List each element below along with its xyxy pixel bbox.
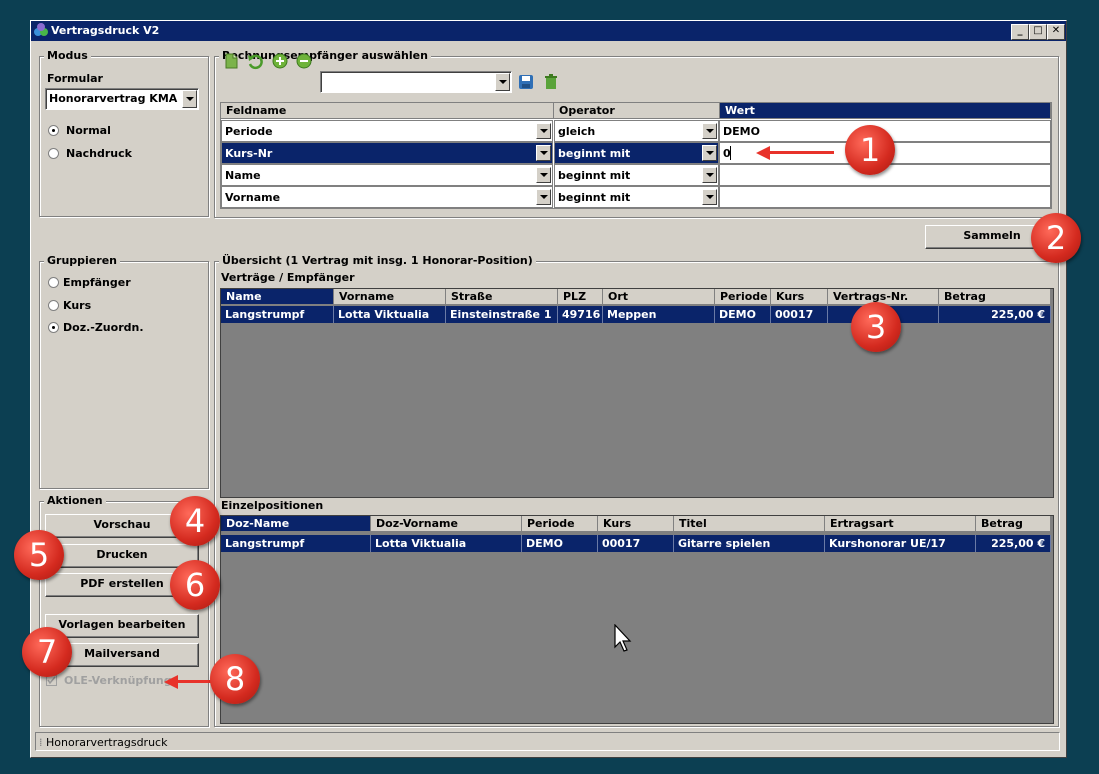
annotation-badge-2: 2	[1031, 213, 1081, 263]
arrow-left-icon	[756, 146, 770, 160]
window-title: Vertragsdruck V2	[51, 24, 160, 37]
radio-doz-zuordn-label: Doz.-Zuordn.	[63, 321, 144, 334]
delete-icon[interactable]	[542, 73, 560, 91]
checkmark-icon	[47, 676, 56, 685]
einzelpositionen-table[interactable]: Doz-Name Doz-Vorname Periode Kurs Titel …	[220, 515, 1054, 724]
chevron-down-icon[interactable]	[536, 167, 551, 183]
remove-icon[interactable]	[295, 52, 313, 70]
annotation-arrow	[176, 680, 214, 683]
col-header-periode[interactable]: Periode	[522, 516, 598, 532]
chevron-down-icon[interactable]	[702, 189, 717, 205]
radio-empfaenger-label: Empfänger	[63, 276, 131, 289]
chevron-down-icon[interactable]	[702, 145, 717, 161]
table-row[interactable]: Langstrumpf Lotta Viktualia DEMO 00017 G…	[221, 535, 1051, 552]
vertraege-table[interactable]: Name Vorname Straße PLZ Ort Periode Kurs…	[220, 288, 1054, 498]
col-header-name[interactable]: Name	[221, 289, 334, 305]
drucken-button[interactable]: Drucken	[45, 544, 199, 568]
col-header-ertragsart[interactable]: Ertragsart	[825, 516, 976, 532]
radio-normal-label: Normal	[66, 124, 111, 137]
annotation-badge-7: 7	[22, 627, 72, 677]
filter-preset-select[interactable]	[320, 71, 512, 93]
col-header-betrag[interactable]: Betrag	[939, 289, 1051, 305]
vorlagen-bearbeiten-button[interactable]: Vorlagen bearbeiten	[45, 614, 199, 638]
app-icon	[34, 23, 48, 36]
grip-icon: ⁞	[39, 736, 43, 749]
status-text: Honorarvertragsdruck	[46, 736, 168, 749]
chevron-down-icon[interactable]	[702, 123, 717, 139]
einzelpositionen-label: Einzelpositionen	[221, 499, 324, 512]
formular-label: Formular	[47, 72, 103, 85]
radio-nachdruck-label: Nachdruck	[66, 147, 132, 160]
operator-select[interactable]: beginnt mit	[554, 186, 719, 208]
undo-icon[interactable]	[246, 52, 264, 70]
filter-header-operator[interactable]: Operator	[554, 103, 720, 119]
radio-nachdruck[interactable]	[48, 148, 59, 159]
radio-kurs[interactable]	[48, 300, 59, 311]
col-header-strasse[interactable]: Straße	[446, 289, 558, 305]
annotation-badge-5: 5	[14, 530, 64, 580]
annotation-badge-4: 4	[170, 496, 220, 546]
mouse-pointer-icon	[614, 624, 632, 652]
vertraege-label: Verträge / Empfänger	[221, 271, 355, 284]
chevron-down-icon[interactable]	[702, 167, 717, 183]
title-bar[interactable]: Vertragsdruck V2 _ □ ✕	[31, 21, 1066, 41]
uebersicht-legend: Übersicht (1 Vertrag mit insg. 1 Honorar…	[219, 254, 536, 267]
modus-legend: Modus	[44, 49, 91, 62]
chevron-down-icon[interactable]	[536, 123, 551, 139]
col-header-plz[interactable]: PLZ	[558, 289, 603, 305]
field-select[interactable]: Vorname	[221, 186, 553, 208]
field-select[interactable]: Kurs-Nr	[221, 142, 553, 164]
radio-empfaenger[interactable]	[48, 277, 59, 288]
annotation-badge-8: 8	[210, 654, 260, 704]
radio-doz-zuordn[interactable]	[48, 322, 59, 333]
text-cursor	[730, 146, 731, 160]
formular-select[interactable]: Honorarvertrag KMA	[45, 88, 199, 110]
new-file-icon[interactable]	[222, 52, 240, 70]
minimize-button[interactable]: _	[1011, 24, 1029, 40]
save-icon[interactable]	[517, 73, 535, 91]
aktionen-legend: Aktionen	[44, 494, 106, 507]
operator-select[interactable]: beginnt mit	[554, 164, 719, 186]
maximize-button[interactable]: □	[1029, 24, 1047, 40]
field-select[interactable]: Name	[221, 164, 553, 186]
annotation-badge-6: 6	[170, 560, 220, 610]
chevron-down-icon[interactable]	[182, 90, 197, 108]
status-bar: ⁞ Honorarvertragsdruck	[35, 732, 1060, 751]
filter-grid: Feldname Operator Wert Periode gleich DE…	[220, 102, 1052, 209]
arrow-left-icon	[164, 675, 178, 689]
ole-label: OLE-Verknüpfung	[64, 674, 172, 687]
filter-header-wert[interactable]: Wert	[720, 103, 1051, 119]
gruppieren-group	[39, 261, 209, 489]
gruppieren-legend: Gruppieren	[44, 254, 120, 267]
col-header-doz-name[interactable]: Doz-Name	[221, 516, 371, 532]
field-select[interactable]: Periode	[221, 120, 553, 142]
operator-select[interactable]: beginnt mit	[554, 142, 719, 164]
col-header-kurs[interactable]: Kurs	[771, 289, 828, 305]
col-header-betrag[interactable]: Betrag	[976, 516, 1051, 532]
add-icon[interactable]	[271, 52, 289, 70]
col-header-kurs[interactable]: Kurs	[598, 516, 674, 532]
radio-normal[interactable]	[48, 125, 59, 136]
annotation-arrow	[768, 151, 834, 154]
table-row[interactable]: Langstrumpf Lotta Viktualia Einsteinstra…	[221, 306, 1051, 323]
annotation-badge-3: 3	[851, 302, 901, 352]
col-header-ort[interactable]: Ort	[603, 289, 715, 305]
radio-kurs-label: Kurs	[63, 299, 92, 312]
chevron-down-icon[interactable]	[495, 73, 510, 91]
col-header-vorname[interactable]: Vorname	[334, 289, 446, 305]
chevron-down-icon[interactable]	[536, 145, 551, 161]
close-button[interactable]: ✕	[1047, 24, 1065, 40]
col-header-doz-vorname[interactable]: Doz-Vorname	[371, 516, 522, 532]
chevron-down-icon[interactable]	[536, 189, 551, 205]
operator-select[interactable]: gleich	[554, 120, 719, 142]
col-header-periode[interactable]: Periode	[715, 289, 771, 305]
value-input[interactable]	[719, 186, 1051, 208]
col-header-titel[interactable]: Titel	[674, 516, 825, 532]
formular-value: Honorarvertrag KMA	[49, 92, 178, 105]
annotation-badge-1: 1	[845, 125, 895, 175]
filter-header-feldname[interactable]: Feldname	[221, 103, 554, 119]
